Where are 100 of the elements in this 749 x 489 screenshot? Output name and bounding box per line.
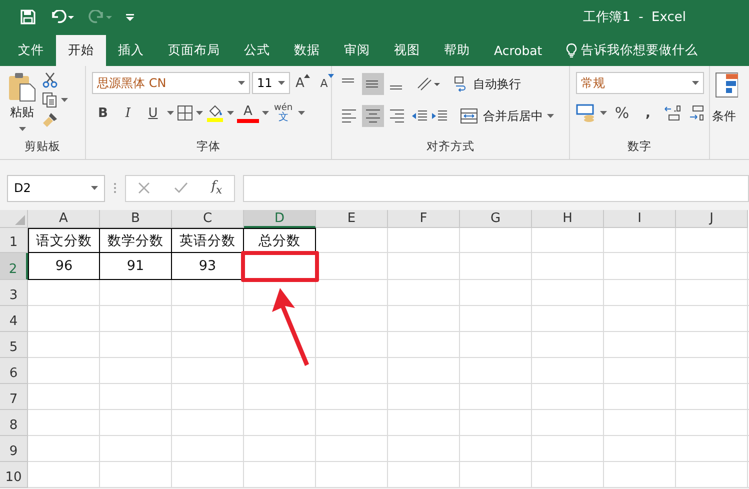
row-header[interactable]: 9 xyxy=(0,436,28,462)
group-label: 字体 xyxy=(196,139,222,155)
group-label: 对齐方式 xyxy=(426,139,476,155)
row-header[interactable]: 1 xyxy=(0,228,28,253)
row-header[interactable]: 4 xyxy=(0,306,28,332)
ribbon-tab[interactable]: 插入 xyxy=(106,35,156,66)
horizontal-align-button[interactable] xyxy=(362,105,384,127)
lightbulb-icon xyxy=(566,43,578,58)
vertical-align-button[interactable] xyxy=(362,73,384,95)
horizontal-align-icon xyxy=(340,107,358,125)
dropdown-caret-icon[interactable] xyxy=(167,111,174,115)
wrap-text-icon xyxy=(454,76,468,92)
undo-icon[interactable] xyxy=(50,10,74,24)
bold-button[interactable]: B xyxy=(92,102,114,124)
column-header[interactable]: F xyxy=(388,210,460,228)
shrink-font-button[interactable]: A xyxy=(316,72,338,94)
ribbon-tab[interactable]: 数据 xyxy=(282,35,332,66)
table-cell[interactable]: 96 xyxy=(28,253,100,280)
table-cell[interactable]: 93 xyxy=(172,253,244,280)
tell-me-search[interactable]: 告诉我你想要做什么 xyxy=(560,35,704,66)
ribbon-tab[interactable]: 开始 xyxy=(56,35,106,66)
orientation-icon[interactable] xyxy=(416,76,442,92)
table-cell[interactable]: 英语分数 xyxy=(172,228,244,253)
paste-button[interactable]: 粘贴 xyxy=(6,72,38,121)
increase-decimal-icon[interactable] xyxy=(663,104,683,122)
comma-style-button[interactable]: , xyxy=(637,102,659,124)
customize-menu-icon[interactable] xyxy=(126,12,134,20)
ribbon-tab[interactable]: 文件 xyxy=(6,35,56,66)
dropdown-caret-icon[interactable] xyxy=(61,98,68,102)
dropdown-caret-icon[interactable] xyxy=(600,111,607,115)
table-cell[interactable]: 总分数 xyxy=(244,228,316,253)
column-header[interactable]: C xyxy=(172,210,244,228)
ribbon-tab[interactable]: 公式 xyxy=(232,35,282,66)
column-header[interactable]: A xyxy=(28,210,100,228)
ribbon-tab[interactable]: 帮助 xyxy=(432,35,482,66)
check-icon[interactable] xyxy=(174,182,188,194)
dropdown-caret-icon[interactable] xyxy=(91,186,98,190)
row-header[interactable]: 3 xyxy=(0,280,28,306)
font-size-field[interactable]: 11 xyxy=(252,72,290,94)
formula-input[interactable] xyxy=(243,174,749,202)
merge-center-button[interactable]: 合并后居中 xyxy=(458,104,545,128)
group-label: 剪贴板 xyxy=(24,139,62,155)
dropdown-caret-icon[interactable] xyxy=(18,127,26,131)
percent-button[interactable]: % xyxy=(611,102,633,124)
column-header[interactable]: H xyxy=(532,210,604,228)
corner-triangle-icon xyxy=(15,215,25,225)
currency-icon[interactable] xyxy=(576,104,596,122)
drag-handle-icon xyxy=(113,182,117,194)
window-title: 工作簿1 - Excel xyxy=(583,8,686,26)
dropdown-caret-icon[interactable] xyxy=(227,111,234,115)
table-cell[interactable]: 数学分数 xyxy=(100,228,172,253)
column-header[interactable]: I xyxy=(604,210,676,228)
number-format-field[interactable]: 常规 xyxy=(576,72,704,94)
dropdown-caret-icon[interactable] xyxy=(238,81,245,85)
down-triangle-icon xyxy=(328,74,334,78)
column-header[interactable]: E xyxy=(316,210,388,228)
name-box[interactable]: D2 xyxy=(7,174,105,202)
dropdown-caret-icon[interactable] xyxy=(298,111,305,115)
row-header[interactable]: 2 xyxy=(0,253,28,280)
column-header[interactable]: B xyxy=(100,210,172,228)
save-icon[interactable] xyxy=(20,8,36,24)
horizontal-align-icon xyxy=(364,107,382,125)
dropdown-caret-icon[interactable] xyxy=(278,81,285,85)
column-header[interactable]: J xyxy=(676,210,748,228)
ribbon-tab[interactable]: 审阅 xyxy=(332,35,382,66)
clipboard-icon xyxy=(8,72,36,102)
column-header[interactable]: G xyxy=(460,210,532,228)
row-header[interactable]: 6 xyxy=(0,358,28,384)
row-header[interactable]: 5 xyxy=(0,332,28,358)
group-label: 数字 xyxy=(626,139,652,155)
dropdown-caret-icon[interactable] xyxy=(547,114,554,118)
copy-icon[interactable] xyxy=(42,92,58,108)
ribbon-tab[interactable]: Acrobat xyxy=(482,35,554,66)
conditional-formatting-button[interactable]: 条件 xyxy=(712,104,736,128)
cut-icon[interactable] xyxy=(42,72,58,88)
dropdown-caret-icon[interactable] xyxy=(262,111,269,115)
italic-button[interactable]: I xyxy=(117,102,139,124)
column-header[interactable]: D xyxy=(244,210,316,228)
dropdown-caret-icon[interactable] xyxy=(196,111,203,115)
wrap-text-button[interactable]: 自动换行 xyxy=(452,72,523,96)
row-header[interactable]: 10 xyxy=(0,462,28,488)
borders-icon[interactable] xyxy=(177,105,193,121)
insert-function-button[interactable]: f$_{x}$ xyxy=(211,179,222,197)
dropdown-caret-icon[interactable] xyxy=(692,81,699,85)
font-color-button[interactable]: A xyxy=(237,103,259,123)
underline-button[interactable]: U xyxy=(142,102,164,124)
table-cell[interactable]: 91 xyxy=(100,253,172,280)
row-header[interactable]: 8 xyxy=(0,410,28,436)
format-painter-icon[interactable] xyxy=(42,112,58,128)
horizontal-align-icon xyxy=(388,107,406,125)
ribbon-tab[interactable]: 页面布局 xyxy=(156,35,232,66)
font-name-field[interactable]: 思源黑体 CN xyxy=(92,72,250,94)
ribbon-tab[interactable]: 视图 xyxy=(382,35,432,66)
row-header[interactable]: 7 xyxy=(0,384,28,410)
grow-font-button[interactable]: A xyxy=(292,72,314,94)
phonetic-guide-button[interactable]: wén 文 xyxy=(272,102,295,124)
up-triangle-icon xyxy=(304,74,310,78)
table-cell[interactable]: 语文分数 xyxy=(28,228,100,253)
fill-color-icon[interactable] xyxy=(206,104,224,122)
merge-cells-icon xyxy=(460,108,478,124)
